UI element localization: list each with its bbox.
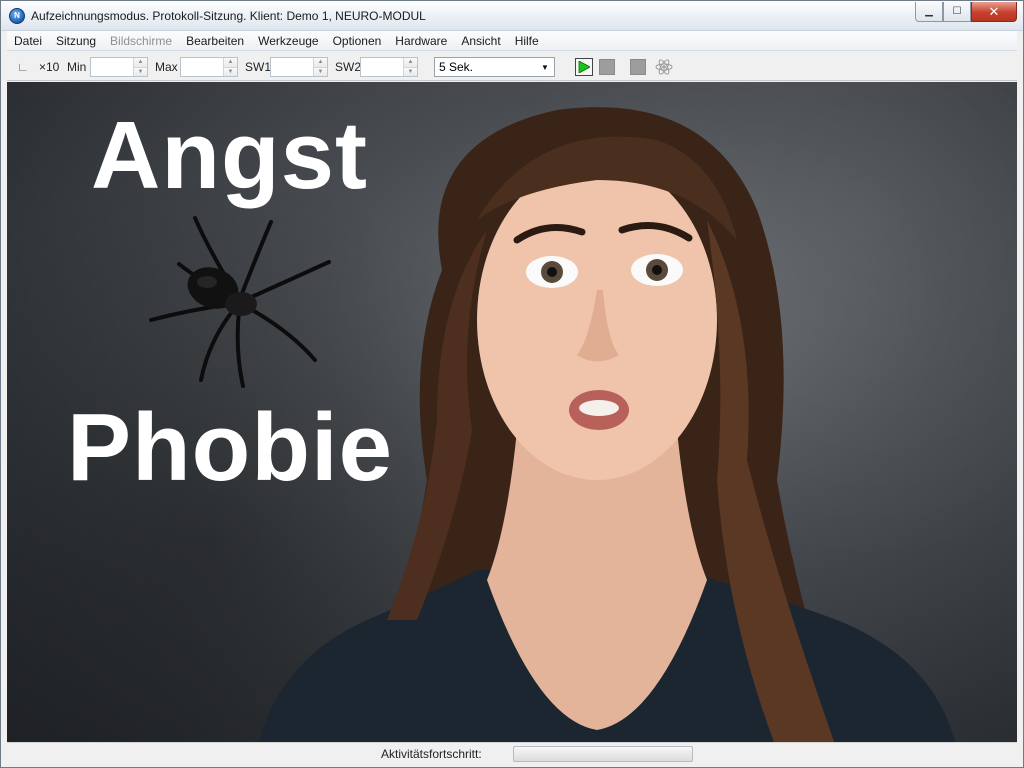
minimize-button[interactable]: ▁	[915, 2, 943, 22]
menu-item-bearbeiten[interactable]: Bearbeiten	[179, 34, 251, 48]
activity-label: Aktivitätsfortschritt:	[381, 747, 482, 761]
sw2-stepper-arrows[interactable]: ▲ ▼	[403, 58, 417, 76]
status-bar: Aktivitätsfortschritt:	[7, 742, 1017, 764]
spider-icon	[149, 216, 331, 388]
menu-item-bildschirme: Bildschirme	[110, 33, 173, 48]
app-window: N Aufzeichnungsmodus. Protokoll-Sitzung.…	[0, 0, 1024, 768]
window-title: Aufzeichnungsmodus. Protokoll-Sitzung. K…	[31, 9, 426, 23]
menu-item-hilfe[interactable]: Hilfe	[508, 34, 546, 48]
atom-icon[interactable]	[655, 58, 673, 76]
menu-item-werkzeuge[interactable]: Werkzeuge	[251, 34, 325, 48]
max-label: Max	[155, 60, 178, 74]
play-icon	[578, 61, 590, 73]
stimulus-canvas: Angst Phobie	[7, 82, 1017, 742]
app-logo-icon[interactable]: N	[9, 8, 25, 24]
title-bar[interactable]: N Aufzeichnungsmodus. Protokoll-Sitzung.…	[1, 1, 1023, 31]
stop-button[interactable]	[599, 59, 615, 75]
sw2-stepper[interactable]: ▲ ▼	[360, 57, 418, 77]
max-stepper[interactable]: ▲ ▼	[180, 57, 238, 77]
sw1-stepper[interactable]: ▲ ▼	[270, 57, 328, 77]
menu-bar: Datei Sitzung Bildschirme Bearbeiten Wer…	[7, 31, 1017, 51]
play-button[interactable]	[575, 58, 593, 76]
max-stepper-arrows[interactable]: ▲ ▼	[223, 58, 237, 76]
window-controls: ▁ ☐ ✕	[915, 2, 1017, 22]
min-stepper[interactable]: ▲ ▼	[90, 57, 148, 77]
headline-bottom: Phobie	[67, 394, 394, 501]
toolbar: ∟ ×10 Min ▲ ▼ Max ▲ ▼ SW1 ▲ ▼ SW2 ▲ ▼ 5 Sek.…	[7, 53, 1017, 81]
activity-progress-bar	[513, 746, 693, 762]
menu-item-ansicht[interactable]: Ansicht	[454, 34, 507, 48]
chevron-down-icon[interactable]: ▼	[538, 60, 552, 74]
menu-item-sitzung[interactable]: Sitzung	[49, 34, 103, 48]
interval-value: 5 Sek.	[439, 60, 474, 74]
sw2-label: SW2	[335, 60, 362, 74]
axis-icon[interactable]: ∟	[17, 53, 29, 81]
menu-item-optionen[interactable]: Optionen	[326, 34, 389, 48]
min-label: Min	[67, 60, 87, 74]
menu-item-hardware[interactable]: Hardware	[388, 34, 454, 48]
menu-item-datei[interactable]: Datei	[7, 34, 49, 48]
x10-button[interactable]: ×10	[39, 53, 59, 81]
interval-select[interactable]: 5 Sek. ▼	[434, 57, 555, 77]
pause-button[interactable]	[630, 59, 646, 75]
headline-top: Angst	[91, 102, 368, 209]
close-button[interactable]: ✕	[971, 2, 1017, 22]
x10-label: ×10	[39, 60, 60, 74]
sw1-label: SW1	[245, 60, 272, 74]
min-stepper-arrows[interactable]: ▲ ▼	[133, 58, 147, 76]
maximize-button[interactable]: ☐	[943, 2, 971, 22]
sw1-stepper-arrows[interactable]: ▲ ▼	[313, 58, 327, 76]
axis-glyph: ∟	[17, 60, 29, 74]
